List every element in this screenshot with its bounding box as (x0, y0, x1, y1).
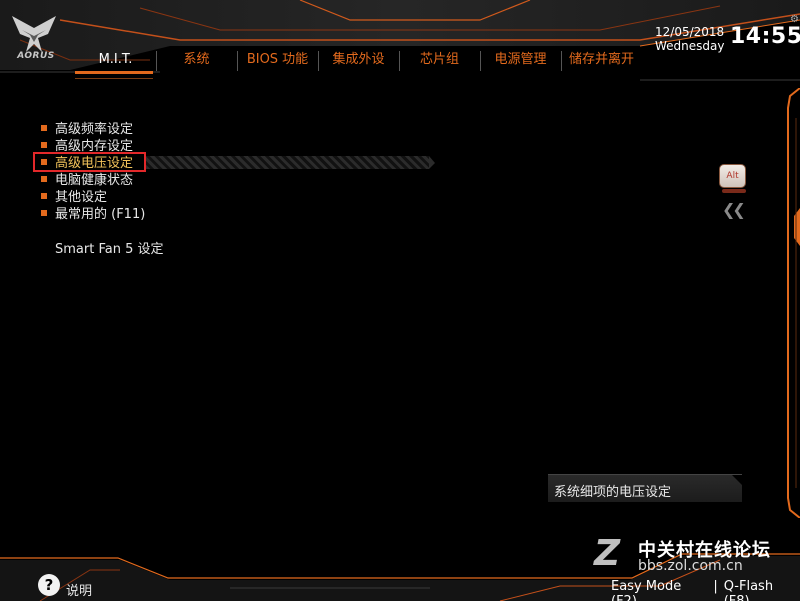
menu-item-misc-settings[interactable]: 其他设定 (41, 187, 145, 205)
menu-item-label: 最常用的 (F11) (55, 207, 146, 222)
help-icon[interactable]: ? (38, 574, 60, 596)
settings-menu: 高级频率设定 高级内存设定 高级电压设定 电脑健康状态 其他设定 最常用的 (F… (33, 119, 435, 222)
tab-mit[interactable]: M.I.T. (75, 48, 156, 79)
footer-shortcuts: Easy Mode (F2) | Q-Flash (F8) (611, 579, 800, 601)
tab-mit-label: M.I.T. (98, 52, 133, 67)
item-help-box: 系统细项的电压设定 (548, 474, 742, 502)
tab-peripherals-label: 集成外设 (332, 52, 385, 67)
qflash-button[interactable]: Q-Flash (F8) (724, 579, 800, 601)
shortcut-divider: | (713, 579, 718, 594)
clock: 14:55 (730, 24, 800, 49)
zol-logo-icon: Z (594, 533, 621, 574)
double-chevron-left-icon[interactable]: ❮❮ (722, 200, 746, 219)
alt-key-shadow (722, 189, 746, 193)
selection-bar (146, 156, 429, 169)
watermark-url: bbs.zol.com.cn (638, 558, 743, 574)
tab-save-exit[interactable]: 储存并离开 (561, 48, 642, 74)
menu-item-advanced-memory[interactable]: 高级内存设定 (41, 136, 145, 154)
easy-mode-button[interactable]: Easy Mode (F2) (611, 579, 707, 601)
menu-item-pc-health[interactable]: 电脑健康状态 (41, 170, 145, 188)
tab-save-exit-label: 储存并离开 (568, 52, 634, 67)
bullet-icon (41, 175, 47, 182)
alt-key-label: Alt (726, 171, 739, 181)
menu-item-favorites[interactable]: 最常用的 (F11) (41, 204, 146, 222)
alt-key-icon[interactable]: Alt (719, 164, 746, 188)
weekday: Wednesday (655, 39, 725, 53)
main-tabs: M.I.T. 系统 BIOS 功能 集成外设 芯片组 电源管理 储存并离开 (75, 48, 642, 79)
aorus-logo-text: AORUS (17, 51, 55, 61)
zol-watermark: Z 中关村在线论坛 bbs.zol.com.cn (594, 533, 794, 579)
menu-item-advanced-voltage[interactable]: 高级电压设定 (33, 152, 435, 172)
tab-power[interactable]: 电源管理 (480, 48, 561, 74)
bullet-icon (41, 124, 47, 131)
bullet-icon (41, 209, 47, 216)
tab-peripherals[interactable]: 集成外设 (318, 48, 399, 74)
right-rail-decoration (787, 88, 800, 518)
tab-bios-features[interactable]: BIOS 功能 (237, 48, 318, 74)
tab-chipset-label: 芯片组 (419, 52, 459, 67)
bullet-icon (41, 141, 47, 148)
menu-item-advanced-frequency[interactable]: 高级频率设定 (41, 119, 145, 137)
date-display: 12/05/2018 Wednesday (655, 25, 724, 53)
item-help-text: 系统细项的电压设定 (554, 485, 672, 500)
smart-fan-settings[interactable]: Smart Fan 5 设定 (55, 238, 163, 257)
help-box-corner (732, 475, 742, 485)
bullet-icon (41, 192, 47, 199)
tab-system-label: 系统 (183, 52, 210, 67)
selection-bar-tip (429, 156, 435, 169)
tab-chipset[interactable]: 芯片组 (399, 48, 480, 74)
help-label[interactable]: 说明 (66, 580, 92, 599)
date: 12/05/2018 (655, 25, 725, 39)
tab-bios-features-label: BIOS 功能 (246, 52, 309, 67)
tab-power-label: 电源管理 (494, 52, 547, 67)
settings-gear-icon[interactable]: ⚙ (790, 14, 799, 25)
tab-system[interactable]: 系统 (156, 48, 237, 74)
